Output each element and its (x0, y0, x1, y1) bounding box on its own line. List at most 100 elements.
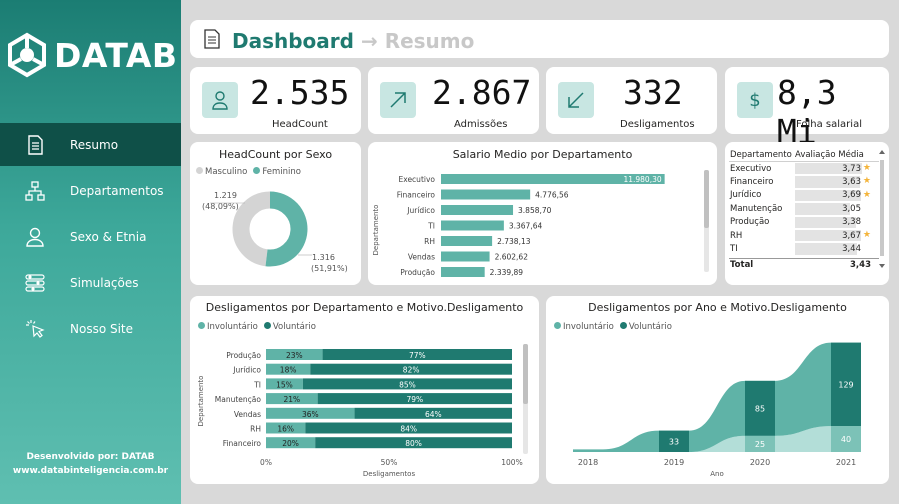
table-cell-department: Produção (730, 217, 770, 228)
data-label: 36% (302, 410, 319, 419)
table-row[interactable]: Financeiro 3,63 ★ (729, 175, 879, 188)
score-value: 3,69 (842, 190, 861, 201)
sidebar-item-label: Departamentos (70, 184, 164, 198)
donut-slice[interactable] (232, 191, 271, 267)
x-tick-label: 50% (381, 458, 398, 467)
kpi-value: 2.867 (432, 73, 532, 112)
data-label: 3.858,70 (518, 206, 552, 215)
data-label: 2.602,62 (495, 253, 529, 262)
salary-by-dept-card: Salario Medio por Departamento Departame… (368, 142, 717, 285)
sidebar-nav: Resumo Departamentos Sexo & Etnia Simula… (0, 123, 181, 352)
column-header[interactable]: Avaliação Média (793, 150, 864, 160)
axis-label: Departamento (372, 205, 380, 256)
kpi-label: HeadCount (272, 119, 328, 130)
bar[interactable] (441, 205, 514, 215)
donut-slice[interactable] (265, 191, 308, 267)
data-label: 82% (403, 366, 420, 375)
category-label: Executivo (399, 175, 436, 184)
table-scrollbar[interactable] (879, 150, 885, 268)
slice-pct-label: (48,09%) (202, 202, 239, 211)
table-cell-score: 3,67 ★ (793, 229, 871, 242)
slice-pct-label: (51,91%) (311, 264, 348, 273)
data-label: 84% (400, 425, 417, 434)
page-subtitle: Resumo (384, 29, 475, 53)
data-label: 77% (409, 351, 426, 360)
score-value: 3,67 (842, 230, 861, 241)
terminations-by-dept-card: Desligamentos por Departamento e Motivo.… (190, 296, 539, 484)
brand-logo[interactable]: DATAB (4, 30, 178, 80)
bar[interactable] (441, 220, 504, 231)
org-chart-icon (0, 180, 70, 202)
category-label: RH (250, 425, 261, 434)
category-label: TI (253, 380, 261, 389)
table-row[interactable]: Jurídico 3,69 ★ (729, 189, 879, 202)
data-label: 40 (841, 435, 851, 444)
evaluation-table-card: Departamento Avaliação Média Executivo 3,… (725, 142, 889, 285)
bar[interactable] (441, 251, 490, 262)
sidebar-item-simulacoes[interactable]: Simulações (0, 260, 181, 306)
sidebar-item-label: Simulações (70, 276, 139, 290)
cursor-click-icon (0, 318, 70, 340)
kpi-card-folha-salarial: $ 8,3 Mi Folha salarial (725, 67, 889, 151)
star-icon: ★ (862, 189, 871, 200)
evaluation-table: Departamento Avaliação Média Executivo 3,… (729, 148, 879, 272)
x-tick-label: 2020 (750, 458, 770, 467)
star-icon: ★ (862, 229, 871, 240)
salary-bar-chart: Departamento Executivo 11.980,30 Financeiro… (372, 170, 709, 277)
bar[interactable] (441, 189, 531, 200)
dollar-icon: $ (737, 82, 773, 118)
table-row[interactable]: RH 3,67 ★ (729, 229, 879, 242)
table-row[interactable]: Executivo 3,73 ★ (729, 162, 879, 175)
bar[interactable] (441, 236, 493, 246)
table-cell-department: TI (730, 244, 738, 255)
table-row[interactable]: TI 3,44 (729, 242, 879, 255)
kpi-label: Desligamentos (620, 119, 695, 130)
credits-url[interactable]: www.databinteligencia.com.br (0, 464, 181, 478)
sidebar-item-departamentos[interactable]: Departamentos (0, 168, 181, 214)
header-card: Dashboard → Resumo (190, 20, 889, 58)
scrollbar-thumb[interactable] (704, 170, 709, 228)
x-tick-label: 2018 (578, 458, 598, 467)
category-label: Jurídico (406, 206, 435, 215)
page-title: Dashboard → Resumo (232, 29, 474, 53)
table-row[interactable]: Manutenção 3,05 (729, 202, 879, 215)
score-value: 3,73 (842, 163, 861, 174)
data-label: 23% (286, 351, 303, 360)
sidebar-item-resumo[interactable]: Resumo (0, 123, 181, 166)
sliders-icon (0, 272, 70, 294)
document-icon (204, 29, 220, 49)
kpi-value: 8,3 Mi (777, 73, 837, 151)
sidebar-item-label: Sexo & Etnia (70, 230, 147, 244)
data-label: 80% (405, 439, 422, 448)
table-cell-department: Executivo (730, 163, 772, 174)
donut-chart: 1.219 (48,09%) 1.316 (51,91%) (202, 191, 348, 273)
table-cell-score: 3,69 ★ (793, 189, 871, 202)
svg-text:$: $ (749, 90, 760, 111)
terminations-by-year-card: Desligamentos por Ano e Motivo.Desligame… (546, 296, 889, 484)
slice-value-label: 1.316 (312, 253, 335, 262)
table-cell-score: 3,73 ★ (793, 162, 871, 175)
category-label: Financeiro (223, 439, 262, 448)
scrollbar-thumb[interactable] (523, 344, 528, 404)
data-label: 18% (280, 366, 297, 375)
sidebar-item-label: Resumo (70, 137, 119, 152)
data-label: 129 (838, 380, 853, 389)
axis-label: Departamento (197, 376, 205, 427)
category-label: Produção (400, 268, 435, 277)
slice-value-label: 1.219 (214, 191, 237, 200)
data-label: 16% (277, 425, 294, 434)
table-cell-score: 3,44 (793, 242, 871, 255)
kpi-value: 2.535 (250, 73, 350, 112)
sidebar-item-nosso-site[interactable]: Nosso Site (0, 306, 181, 352)
area-chart: 33 85 25 129 40 2018 2019 2020 2021 Ano (573, 342, 861, 478)
credits: Desenvolvido por: DATAB www.databintelig… (0, 450, 181, 478)
x-tick-label: 100% (501, 458, 522, 467)
table-row[interactable]: Produção 3,38 (729, 216, 879, 229)
person-icon (0, 226, 70, 248)
x-tick-label: 2019 (664, 458, 684, 467)
total-value: 3,43 (850, 260, 871, 271)
bar[interactable] (441, 267, 485, 277)
column-header[interactable]: Departamento (729, 150, 793, 160)
sidebar-item-sexo-etnia[interactable]: Sexo & Etnia (0, 214, 181, 260)
table-cell-department: Financeiro (730, 177, 774, 188)
